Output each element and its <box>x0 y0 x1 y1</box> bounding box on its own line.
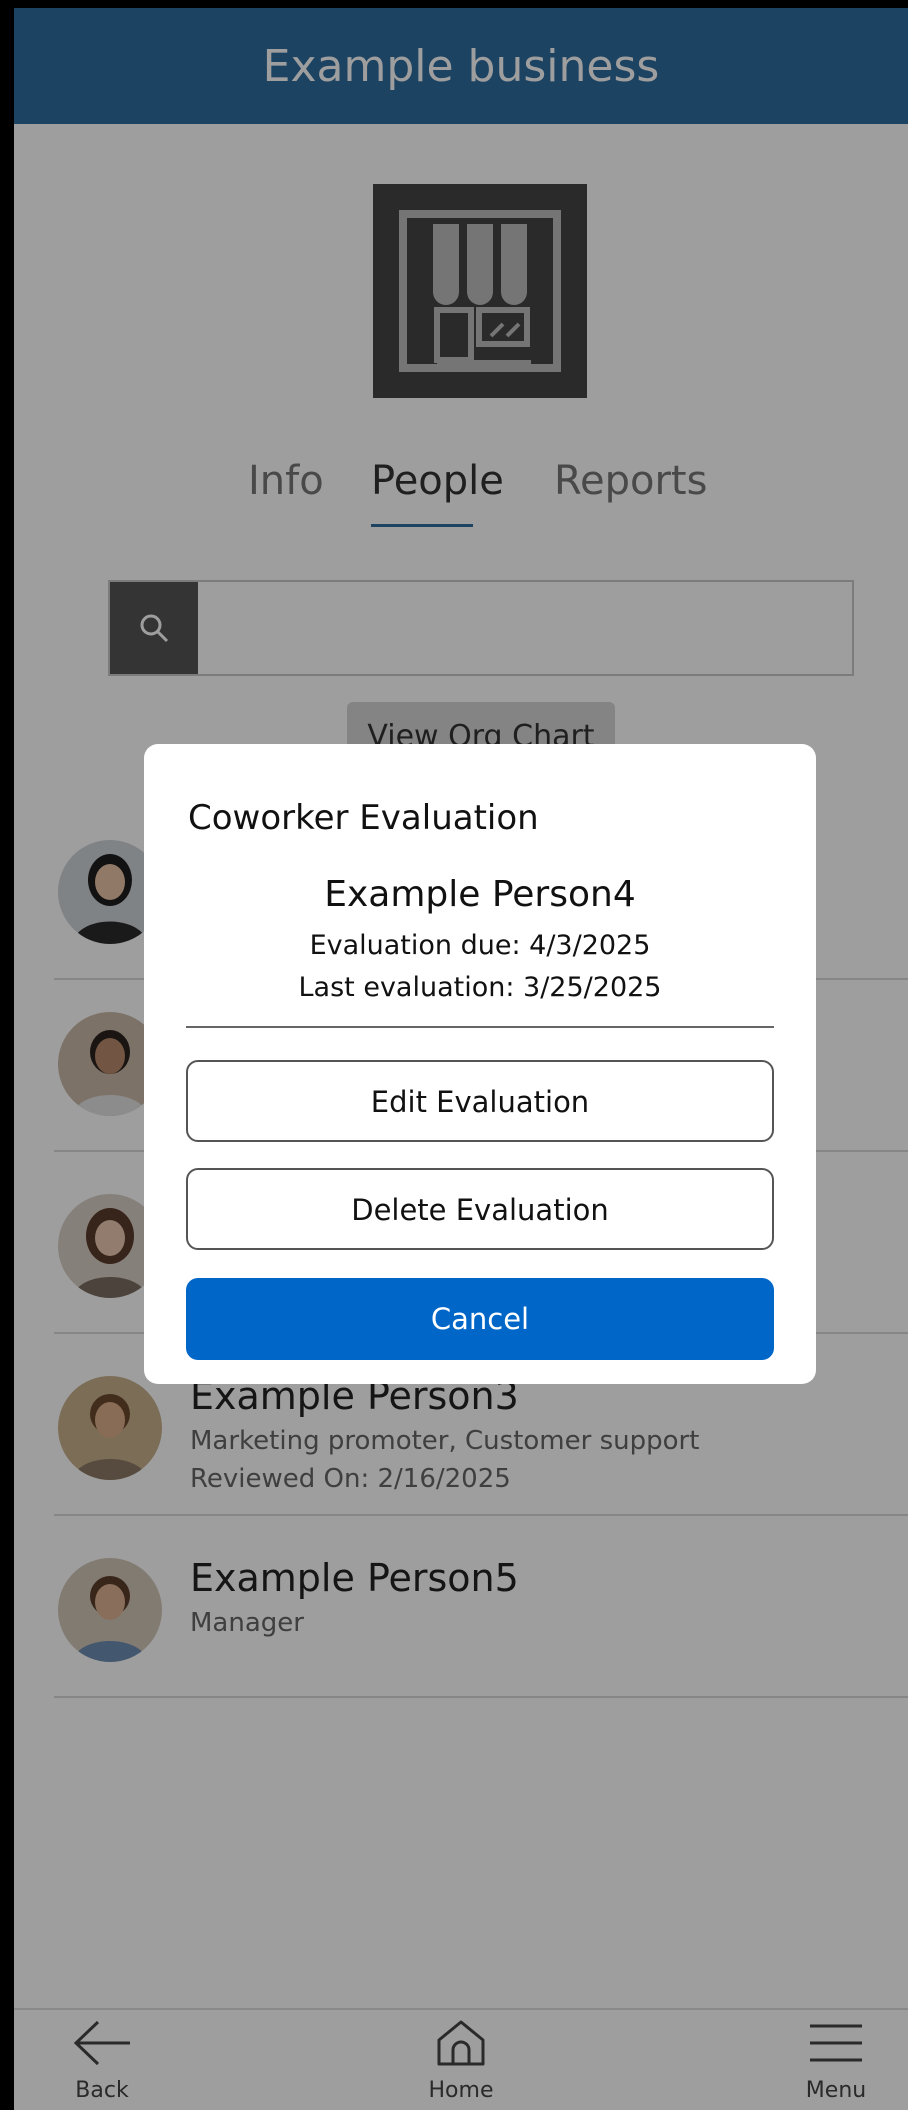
evaluation-due-date: Evaluation due: 4/3/2025 <box>309 930 651 961</box>
coworker-evaluation-dialog: Coworker Evaluation Example Person4 Eval… <box>144 744 816 1384</box>
evaluated-person-name: Example Person4 <box>324 874 636 915</box>
dialog-title: Coworker Evaluation <box>188 798 539 838</box>
cancel-button[interactable]: Cancel <box>186 1278 774 1360</box>
app-screen: Example business Info People Reports Vie… <box>14 8 908 2110</box>
edit-evaluation-button[interactable]: Edit Evaluation <box>186 1060 774 1142</box>
divider <box>186 1026 774 1028</box>
delete-evaluation-button[interactable]: Delete Evaluation <box>186 1168 774 1250</box>
last-evaluation-date: Last evaluation: 3/25/2025 <box>298 972 662 1003</box>
